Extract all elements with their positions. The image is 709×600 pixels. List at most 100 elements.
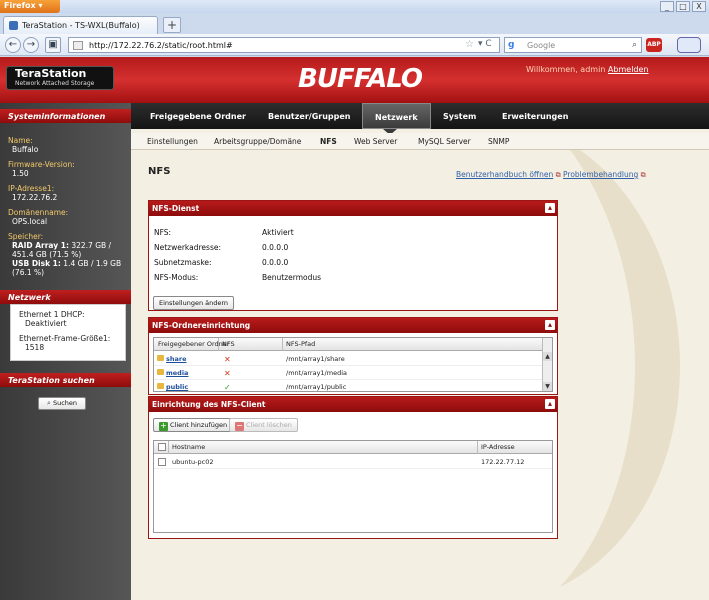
- scroll-up-icon[interactable]: ▲: [543, 352, 552, 361]
- collapse-icon[interactable]: ▴: [545, 320, 555, 330]
- nfs-client-title: Einrichtung des NFS-Client: [152, 400, 266, 409]
- grid-header: Freigegebener Ordner NFS NFS-Pfad: [154, 338, 552, 351]
- folder-link[interactable]: public: [166, 383, 188, 391]
- magnifier-icon: ⌕: [46, 399, 51, 407]
- table-row[interactable]: ubuntu-pc02 172.22.77.12: [154, 455, 552, 469]
- search-header: TeraStation suchen: [0, 373, 131, 387]
- nfs-client-panel: Einrichtung des NFS-Client ▴ + Client hin…: [148, 396, 558, 539]
- table-row[interactable]: public ✓ /mnt/array1/public: [154, 380, 552, 391]
- buffalo-logo: BUFFALO: [298, 64, 423, 94]
- folder-name-cell: media: [157, 369, 188, 377]
- nav-shared-folders[interactable]: Freigegebene Ordner: [150, 103, 246, 129]
- minimize-button[interactable]: _: [660, 1, 674, 12]
- help-links: Benutzerhandbuch öffnen ⧉ Problembehandl…: [456, 170, 646, 180]
- nfs-folders-header: NFS-Ordnereinrichtung ▴: [149, 318, 557, 333]
- delete-client-button[interactable]: − Client löschen: [229, 418, 298, 432]
- page-title: NFS: [148, 166, 171, 177]
- col-nfs[interactable]: NFS: [222, 340, 235, 348]
- plus-icon: +: [159, 421, 168, 431]
- subnav-nfs[interactable]: NFS: [320, 137, 337, 146]
- nav-system[interactable]: System: [443, 103, 476, 129]
- window-controls: _ □ X: [660, 1, 706, 12]
- table-row[interactable]: media ✕ /mnt/array1/media: [154, 366, 552, 380]
- main-navigation: Freigegebene Ordner Benutzer/Gruppen Net…: [131, 103, 709, 129]
- nfs-status-value: Aktiviert: [262, 228, 294, 237]
- reload-icon[interactable]: ▾ C: [478, 39, 492, 49]
- nfs-path-cell: /mnt/array1/share: [286, 355, 345, 363]
- row-checkbox[interactable]: [158, 458, 166, 466]
- firefox-menu-button[interactable]: Firefox ▾: [0, 0, 60, 13]
- folder-link[interactable]: share: [166, 355, 187, 363]
- sysinfo-body: Name: Buffalo Firmware-Version: 1.50 IP-…: [8, 136, 126, 277]
- subnav-web-server[interactable]: Web Server: [354, 137, 397, 146]
- minus-icon: −: [235, 421, 244, 431]
- firmware-value: 1.50: [12, 169, 29, 178]
- domain-label: Domänenname:: [8, 208, 69, 217]
- nav-network[interactable]: Netzwerk: [362, 103, 431, 129]
- col-hostname[interactable]: Hostname: [172, 443, 205, 451]
- bookmark-star-icon[interactable]: ☆: [465, 39, 474, 50]
- addon-chat-icon[interactable]: [677, 37, 701, 53]
- nfs-client-header: Einrichtung des NFS-Client ▴: [149, 397, 557, 412]
- col-nfs-path[interactable]: NFS-Pfad: [286, 340, 315, 348]
- subnav-mysql-server[interactable]: MySQL Server: [418, 137, 471, 146]
- eth-dhcp-value: Deaktiviert: [25, 319, 67, 328]
- close-window-button[interactable]: X: [692, 1, 706, 12]
- eth-frame-label: Ethernet-Frame-Größe1:: [19, 334, 111, 343]
- folder-icon: [157, 383, 164, 389]
- external-link-icon: ⧉: [640, 171, 646, 179]
- collapse-icon[interactable]: ▴: [545, 203, 555, 213]
- manual-link[interactable]: Benutzerhandbuch öffnen: [456, 170, 553, 179]
- firefox-menu-label: Firefox: [4, 1, 36, 10]
- search-icon[interactable]: ⌕: [632, 40, 637, 50]
- browser-tab[interactable]: TeraStation - TS-WXL(Buffalo): [3, 16, 158, 34]
- raid-name: RAID Array 1:: [12, 241, 69, 250]
- table-row[interactable]: share ✕ /mnt/array1/share: [154, 352, 552, 366]
- vertical-scrollbar[interactable]: ▲ ▼: [542, 338, 552, 391]
- eth-frame-value: 1518: [25, 343, 45, 352]
- sub-navigation: Einstellungen Arbeitsgruppe/Domäne NFS W…: [131, 133, 709, 150]
- nfs-service-title: NFS-Dienst: [152, 204, 200, 213]
- folder-icon: [157, 369, 164, 375]
- search-placeholder: Google: [527, 41, 556, 50]
- column-divider[interactable]: [218, 338, 219, 351]
- tab-title: TeraStation - TS-WXL(Buffalo): [22, 21, 140, 30]
- welcome-text: Willkommen, admin: [526, 65, 606, 74]
- disabled-x-icon: ✕: [224, 369, 231, 378]
- adblock-icon[interactable]: ABP: [646, 38, 662, 52]
- subnav-snmp[interactable]: SNMP: [488, 137, 509, 146]
- nav-extensions[interactable]: Erweiterungen: [502, 103, 568, 129]
- add-client-button[interactable]: + Client hinzufügen: [153, 418, 234, 432]
- forward-icon[interactable]: →: [23, 37, 39, 53]
- select-all-checkbox[interactable]: [158, 443, 166, 451]
- column-divider[interactable]: [168, 441, 169, 454]
- add-client-label: Client hinzufügen: [170, 421, 228, 429]
- collapse-icon[interactable]: ▴: [545, 399, 555, 409]
- maximize-button[interactable]: □: [676, 1, 690, 12]
- home-icon[interactable]: ▣: [45, 37, 61, 53]
- name-value: Buffalo: [12, 145, 39, 154]
- ip-address-cell: 172.22.77.12: [481, 458, 525, 466]
- back-icon[interactable]: ←: [5, 37, 21, 53]
- url-bar[interactable]: http://172.22.76.2/static/root.html#: [68, 37, 500, 53]
- nav-users-groups[interactable]: Benutzer/Gruppen: [268, 103, 350, 129]
- nfs-folders-title: NFS-Ordnereinrichtung: [152, 321, 251, 330]
- col-ip-address[interactable]: IP-Adresse: [481, 443, 515, 451]
- tab-bar: TeraStation - TS-WXL(Buffalo) +: [0, 13, 709, 34]
- new-tab-button[interactable]: +: [163, 17, 181, 33]
- scroll-down-icon[interactable]: ▼: [543, 382, 552, 391]
- folder-link[interactable]: media: [166, 369, 188, 377]
- search-button[interactable]: ⌕ Suchen: [38, 397, 86, 410]
- logout-link[interactable]: Abmelden: [608, 65, 649, 74]
- troubleshooting-link[interactable]: Problembehandlung: [563, 170, 638, 179]
- network-address-label: Netzwerkadresse:: [154, 243, 221, 252]
- column-divider[interactable]: [477, 441, 478, 454]
- subnav-settings[interactable]: Einstellungen: [147, 137, 198, 146]
- column-divider[interactable]: [282, 338, 283, 351]
- search-input[interactable]: g Google ⌕: [504, 37, 642, 53]
- external-link-icon: ⧉: [555, 171, 561, 179]
- network-header: Netzwerk: [0, 290, 131, 304]
- change-settings-button[interactable]: Einstellungen ändern: [153, 296, 235, 310]
- subnav-workgroup-domain[interactable]: Arbeitsgruppe/Domäne: [214, 137, 301, 146]
- navigation-toolbar: ← → ▣ http://172.22.76.2/static/root.htm…: [0, 34, 709, 56]
